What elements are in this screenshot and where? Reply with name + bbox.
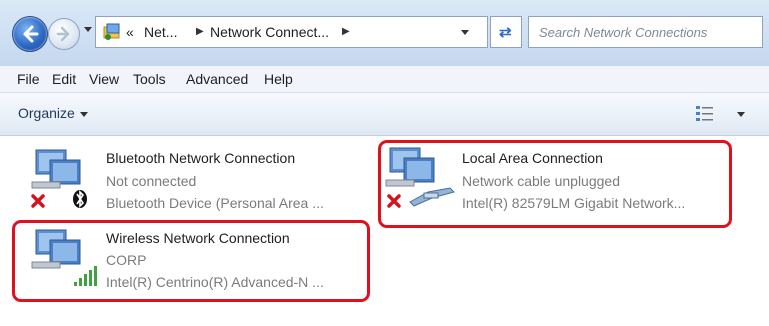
breadcrumb-overflow[interactable]: « [126, 24, 134, 40]
back-arrow-icon [23, 25, 39, 43]
menu-tools[interactable]: Tools [133, 71, 166, 87]
connection-name: Bluetooth Network Connection [106, 150, 296, 166]
network-folder-icon [103, 23, 120, 40]
menu-view[interactable]: View [89, 71, 119, 87]
connection-item-bluetooth[interactable]: Bluetooth Network Connection Not connect… [0, 136, 370, 216]
search-box[interactable] [528, 16, 763, 48]
highlight-box-wireless [12, 220, 370, 302]
breadcrumb-network-connections[interactable]: Network Connect... [210, 24, 329, 40]
menu-bar: File Edit View Tools Advanced Help [0, 66, 769, 93]
highlight-box-local-area [378, 140, 732, 228]
organize-dropdown-icon[interactable] [80, 112, 88, 117]
command-bar: Organize [0, 93, 769, 136]
view-options-dropdown[interactable] [737, 112, 745, 117]
forward-button[interactable] [48, 18, 80, 50]
menu-file[interactable]: File [17, 71, 40, 87]
back-button[interactable] [12, 16, 48, 52]
breadcrumb-network[interactable]: Net... [144, 24, 177, 40]
menu-edit[interactable]: Edit [52, 71, 76, 87]
refresh-icon: ⇄ [499, 24, 512, 41]
breadcrumb-separator-icon[interactable]: ▶ [196, 26, 204, 37]
connection-device: Bluetooth Device (Personal Area ... [106, 195, 324, 211]
address-history-dropdown[interactable] [461, 30, 469, 35]
change-view-icon[interactable] [695, 104, 715, 122]
recent-pages-dropdown[interactable] [84, 27, 92, 32]
address-bar: « Net... ▶ Network Connect... ▶ ⇄ [0, 0, 769, 66]
search-input[interactable] [529, 17, 734, 47]
forward-arrow-icon [56, 26, 70, 42]
connection-status: Not connected [106, 173, 197, 189]
organize-button[interactable]: Organize [18, 105, 75, 121]
menu-help[interactable]: Help [264, 71, 293, 87]
address-input[interactable]: « Net... ▶ Network Connect... ▶ [95, 16, 488, 48]
connections-view: Bluetooth Network Connection Not connect… [0, 136, 769, 326]
menu-advanced[interactable]: Advanced [186, 71, 248, 87]
refresh-button[interactable]: ⇄ [490, 16, 522, 48]
bluetooth-network-icon [31, 149, 87, 208]
breadcrumb-separator-icon[interactable]: ▶ [342, 26, 350, 37]
